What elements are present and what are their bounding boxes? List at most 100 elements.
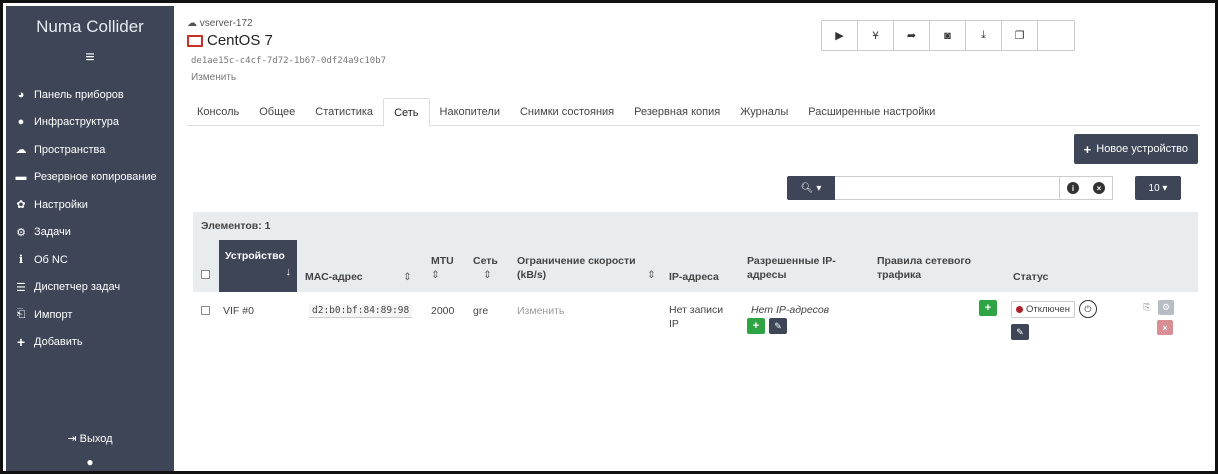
edit-status-button[interactable]: ✎ xyxy=(1011,324,1029,340)
search-bar: 🔍︎ ▾ i × xyxy=(787,176,1113,200)
search-icon: 🔍︎ xyxy=(800,182,814,194)
clear-icon[interactable]: × xyxy=(1093,182,1105,194)
plus-icon: + xyxy=(1083,141,1092,157)
branch-icon[interactable]: Ұ xyxy=(858,21,894,50)
column-header-rate-limit[interactable]: Ограничение скорости (kB/s) ⇕ xyxy=(517,254,657,282)
sidebar-nav: ◕ Панель приборов ● Инфраструктура ☁ Простр… xyxy=(6,81,174,356)
add-traffic-rule-button[interactable]: + xyxy=(979,300,997,316)
allowed-ips-actions: + ✎ xyxy=(747,318,787,334)
redo-icon[interactable]: ➦ xyxy=(894,21,930,50)
plus-icon: + xyxy=(16,334,26,351)
mac-value: d2:b0:bf:84:89:98 xyxy=(309,304,413,318)
sidebar-item-task-manager[interactable]: ☰ Диспетчер задач xyxy=(6,274,174,302)
sidebar-item-add[interactable]: + Добавить xyxy=(6,329,174,357)
sidebar-item-label: Резервное копирование xyxy=(34,171,157,184)
settings-icon[interactable]: ⚙ xyxy=(1158,300,1174,315)
globe-icon: ● xyxy=(17,116,25,129)
column-label: Ограничение скорости (kB/s) xyxy=(517,255,636,281)
play-icon[interactable]: ▶ xyxy=(822,21,858,50)
vm-title: CentOS 7 xyxy=(187,32,273,49)
sidebar-item-label: Диспетчер задач xyxy=(34,281,121,294)
delete-button[interactable]: × xyxy=(1157,320,1173,335)
column-header-mtu[interactable]: MTU ⇕ xyxy=(431,254,461,282)
info-icon: i xyxy=(18,253,24,267)
search-filter-button[interactable]: 🔍︎ ▾ xyxy=(787,176,835,200)
network-table: Элементов: 1 Устройство ↓ МАС-адрес ⇕ MTU… xyxy=(193,212,1198,382)
page-size-value: 10 xyxy=(1148,182,1160,194)
sidebar-item-tasks[interactable]: ⚙ Задачи xyxy=(6,219,174,247)
status-cell: Отключен ⏻ xyxy=(1011,300,1097,318)
sidebar-item-settings[interactable]: ✿ Настройки xyxy=(6,191,174,219)
tab-logs[interactable]: Журналы xyxy=(730,98,798,126)
tab-general[interactable]: Общее xyxy=(249,98,305,126)
power-icon[interactable]: ⏻ xyxy=(1078,300,1097,318)
tab-snapshots[interactable]: Снимки состояния xyxy=(510,98,624,126)
column-header-network[interactable]: Сеть ⇕ xyxy=(473,254,503,282)
sidebar-item-dashboard[interactable]: ◕ Панель приборов xyxy=(6,81,174,109)
column-header-device[interactable]: Устройство ↓ xyxy=(219,240,297,292)
tab-backup[interactable]: Резервная копия xyxy=(624,98,730,126)
page-size-select[interactable]: 10 ▾ xyxy=(1135,176,1181,200)
tab-stats[interactable]: Статистика xyxy=(305,98,383,126)
sidebar-item-label: Настройки xyxy=(34,198,88,211)
sort-down-icon: ↓ xyxy=(285,266,292,278)
sidebar-item-backup[interactable]: ▬ Резервное копирование xyxy=(6,164,174,192)
column-header-mac[interactable]: МАС-адрес ⇕ xyxy=(305,270,415,284)
add-ip-button[interactable]: + xyxy=(747,318,765,334)
copy-icon[interactable]: ⎘ xyxy=(1139,300,1155,315)
sidebar-item-spaces[interactable]: ☁ Пространства xyxy=(6,136,174,164)
network-cell: gre xyxy=(473,305,489,317)
column-header-ips: IP-адреса xyxy=(669,271,719,283)
sidebar-item-label: Инфраструктура xyxy=(34,116,120,129)
tab-advanced[interactable]: Расширенные настройки xyxy=(798,98,945,126)
table-row: VIF #0 d2:b0:bf:84:89:98 2000 gre Измени… xyxy=(193,292,1198,348)
dashboard-icon: ◕ xyxy=(17,88,25,101)
sidebar-item-about[interactable]: i Об NC xyxy=(6,246,174,274)
search-input[interactable] xyxy=(835,176,1059,200)
download-icon[interactable]: ⤓ xyxy=(966,21,1002,50)
host-link[interactable]: ☁ vserver-172 xyxy=(187,18,253,29)
select-all-checkbox[interactable] xyxy=(201,270,210,279)
edit-ip-button[interactable]: ✎ xyxy=(769,318,787,334)
status-badge[interactable]: Отключен xyxy=(1011,300,1075,318)
status-dot xyxy=(1016,305,1023,313)
sidebar-item-label: Импорт xyxy=(34,308,73,321)
status-label: Отключен xyxy=(1026,303,1070,315)
tab-disks[interactable]: Накопители xyxy=(430,98,510,126)
sidebar-item-import[interactable]: ⎗ Импорт xyxy=(6,301,174,329)
table-header: Устройство ↓ МАС-адрес ⇕ MTU ⇕ Сеть ⇕ Огран… xyxy=(193,240,1198,292)
sidebar-item-label: Задачи xyxy=(34,226,71,239)
device-cell: VIF #0 xyxy=(223,305,254,317)
sidebar-item-infrastructure[interactable]: ● Инфраструктура xyxy=(6,109,174,137)
logout-link[interactable]: ⇥ Выход xyxy=(6,432,174,445)
cloud-icon: ☁ xyxy=(187,18,197,29)
tab-network[interactable]: Сеть xyxy=(383,98,430,127)
task-manager-icon: ☰ xyxy=(16,281,26,294)
new-device-label: Новое устройство xyxy=(1096,143,1188,155)
sidebar-item-label: Пространства xyxy=(34,143,106,156)
new-device-button[interactable]: + Новое устройство xyxy=(1073,134,1198,164)
host-name: vserver-172 xyxy=(199,18,253,29)
camera-icon[interactable]: ◙ xyxy=(930,21,966,50)
hamburger-icon[interactable]: ≡ xyxy=(6,49,174,67)
user-icon[interactable]: ● xyxy=(6,455,174,469)
copy-icon[interactable]: ❐ xyxy=(1002,21,1038,50)
mac-cell: d2:b0:bf:84:89:98 xyxy=(309,303,413,318)
column-header-traffic-rules: Правила сетевого трафика xyxy=(877,255,972,281)
tab-console[interactable]: Консоль xyxy=(187,98,249,126)
delete-icon: × xyxy=(1157,320,1173,335)
vm-uuid: de1ae15c-c4cf-7d72-1b67-0df24a9c10b7 xyxy=(191,56,387,66)
archive-icon: ▬ xyxy=(15,171,27,184)
vm-name: CentOS 7 xyxy=(207,32,273,49)
edit-vm-link[interactable]: Изменить xyxy=(191,72,236,83)
info-icon[interactable]: i xyxy=(1067,182,1079,194)
column-header-status: Статус xyxy=(1013,271,1049,283)
sort-icon: ⇕ xyxy=(483,269,492,281)
rate-limit-edit-link[interactable]: Изменить xyxy=(517,304,564,318)
main-content: ☁ vserver-172 CentOS 7 de1ae15c-c4cf-7d7… xyxy=(175,6,1212,468)
logout-label: Выход xyxy=(79,433,113,445)
column-label: Сеть xyxy=(473,255,498,267)
logout-icon: ⇥ xyxy=(67,433,77,445)
row-checkbox[interactable] xyxy=(201,306,210,315)
